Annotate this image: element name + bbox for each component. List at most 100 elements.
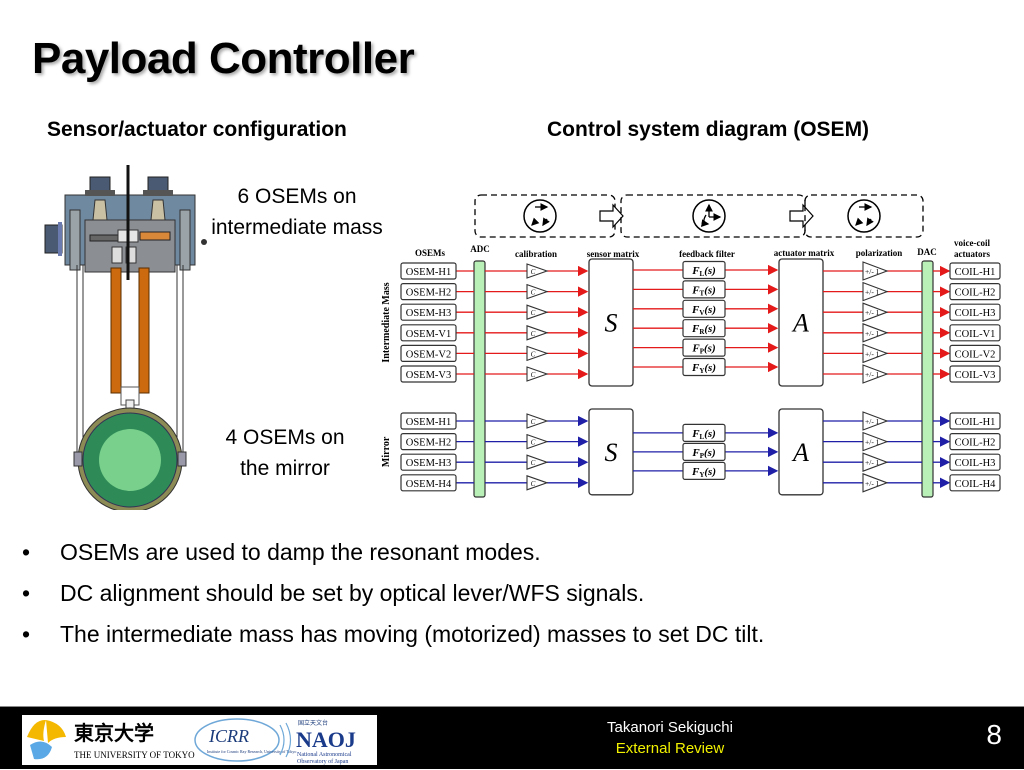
calibration-symbol: C	[531, 459, 536, 467]
bullet-text: DC alignment should be set by optical le…	[60, 580, 645, 606]
feedback-filter-label: FY(s)	[691, 466, 716, 479]
col-label-dac: DAC	[917, 247, 937, 257]
dac-bar	[921, 260, 934, 498]
footer-bar: 東京大学 THE UNIVERSITY OF TOKYO ICRR Instit…	[0, 706, 1024, 769]
right-heading: Control system diagram (OSEM)	[547, 118, 870, 141]
polarization-symbol: +/- 1	[865, 308, 880, 317]
flow-arrow-2	[789, 203, 814, 229]
actuator-matrix-symbol: A	[791, 438, 809, 467]
flow-arrow-1	[599, 203, 624, 229]
calibration-symbol: C	[531, 309, 536, 317]
stage-sensor	[474, 194, 616, 238]
bullet-dot: •	[22, 621, 31, 647]
feedback-filter-label: FP(s)	[691, 343, 715, 356]
col-label-osems: OSEMs	[415, 248, 446, 258]
osem-label: OSEM-V2	[406, 349, 452, 360]
utokyo-kanji: 東京大学	[74, 721, 154, 745]
rotation-cycle-icon	[847, 199, 881, 233]
group-label: Intermediate Mass	[381, 282, 392, 362]
polarization-symbol: +/- 1	[865, 349, 880, 358]
osem-label: OSEM-H1	[406, 267, 452, 278]
polarization-symbol: +/- 1	[865, 438, 880, 447]
bullet-dot: •	[22, 539, 31, 565]
polarization-symbol: +/- 1	[865, 458, 880, 467]
polarization-symbol: +/- 1	[865, 370, 880, 379]
bullet-item: • The intermediate mass has moving (motor…	[22, 619, 764, 660]
naoj-subtitle-1: National Astronomical	[297, 752, 352, 758]
col-label-actuator-matrix: actuator matrix	[774, 248, 835, 258]
col-label-calibration: calibration	[515, 249, 557, 259]
coil-label: COIL-H3	[955, 308, 996, 319]
bullet-text: OSEMs are used to damp the resonant mode…	[60, 539, 541, 565]
sensor-matrix-symbol: S	[605, 438, 618, 467]
left-heading: Sensor/actuator configuration	[47, 118, 347, 141]
osem-label: OSEM-V3	[406, 370, 452, 381]
col-label-polarization: polarization	[856, 248, 903, 258]
coil-label: COIL-V3	[955, 370, 996, 381]
naoj-japanese: 国立天文台	[298, 719, 328, 727]
osem-label: OSEM-H2	[406, 288, 452, 299]
calibration-symbol: C	[531, 330, 536, 338]
feedback-filter-label: FR(s)	[691, 323, 716, 336]
feedback-filter-label: FL(s)	[691, 428, 716, 441]
author-name: Takanori Sekiguchi	[607, 719, 733, 736]
stage-actuator	[804, 194, 924, 238]
calibration-symbol: C	[531, 268, 536, 276]
polarization-symbol: +/- 1	[865, 479, 880, 488]
col-label-feedback-filter: feedback filter	[679, 249, 735, 259]
calibration-symbol: C	[531, 371, 536, 379]
polarization-symbol: +/- 1	[865, 288, 880, 297]
stage-filter	[620, 194, 806, 238]
osem-label: OSEM-H4	[406, 479, 452, 490]
coil-label: COIL-H1	[955, 417, 996, 428]
institution-logos: 東京大学 THE UNIVERSITY OF TOKYO ICRR Instit…	[22, 715, 377, 765]
im-osem-caption-line2: intermediate mass	[211, 216, 383, 239]
mirror-osem-caption-line2: the mirror	[240, 457, 330, 480]
coil-label: COIL-H4	[955, 479, 997, 490]
polarization-symbol: +/- 1	[865, 267, 880, 276]
col-label-actuators-1: voice-coil	[954, 238, 990, 248]
coil-label: COIL-H2	[955, 438, 996, 449]
col-label-adc: ADC	[470, 244, 490, 254]
feedback-filter-label: FV(s)	[691, 304, 716, 317]
control-system-diagram: OSEMs ADC calibration sensor matrix feed…	[381, 194, 1001, 498]
coil-label: COIL-V2	[955, 349, 996, 360]
naoj-logo: NAOJ	[296, 727, 356, 752]
bullet-item: • DC alignment should be set by optical l…	[22, 578, 764, 619]
event-name: External Review	[615, 740, 725, 757]
mirror-osem-caption-line1: 4 OSEMs on	[225, 426, 345, 449]
rotation-cycle-icon	[523, 199, 557, 233]
calibration-symbol: C	[531, 480, 536, 488]
coil-label: COIL-H3	[955, 458, 996, 469]
page-number: 8	[986, 719, 1002, 750]
polarization-symbol: +/- 1	[865, 417, 880, 426]
im-osem-caption-line1: 6 OSEMs on	[237, 185, 357, 208]
coil-label: COIL-H1	[955, 267, 996, 278]
calibration-symbol: C	[531, 350, 536, 358]
osem-label: OSEM-V1	[406, 329, 452, 340]
calibration-symbol: C	[531, 418, 536, 426]
osem-label: OSEM-H3	[406, 458, 452, 469]
bullet-dot: •	[22, 580, 31, 606]
osem-label: OSEM-H3	[406, 308, 452, 319]
col-label-sensor-matrix: sensor matrix	[587, 249, 640, 259]
mirror-osem-caption: 4 OSEMs on the mirror	[210, 422, 360, 484]
coil-label: COIL-V1	[955, 329, 996, 340]
im-osem-caption: 6 OSEMs on intermediate mass	[198, 181, 396, 243]
feedback-filter-label: FT(s)	[691, 284, 716, 297]
utokyo-ginkgo-logo	[27, 719, 66, 760]
icrr-subtitle: Institute for Cosmic Ray Research, Unive…	[207, 749, 296, 755]
sensor-matrix-symbol: S	[605, 309, 618, 338]
payload-mechanical-drawing	[44, 165, 207, 510]
group-label: Mirror	[381, 436, 392, 467]
osem-label: OSEM-H1	[406, 417, 452, 428]
feedback-filter-label: FP(s)	[691, 447, 715, 460]
naoj-subtitle-2: Observatory of Japan	[297, 758, 348, 765]
bullet-text: The intermediate mass has moving (motori…	[60, 621, 765, 647]
calibration-symbol: C	[531, 289, 536, 297]
footer-author-block: Takanori Sekiguchi External Review	[560, 717, 780, 759]
osem-label: OSEM-H2	[406, 438, 452, 449]
bullet-list: • OSEMs are used to damp the resonant mod…	[22, 537, 764, 660]
icrr-logo: ICRR	[208, 726, 249, 746]
coil-label: COIL-H2	[955, 288, 996, 299]
